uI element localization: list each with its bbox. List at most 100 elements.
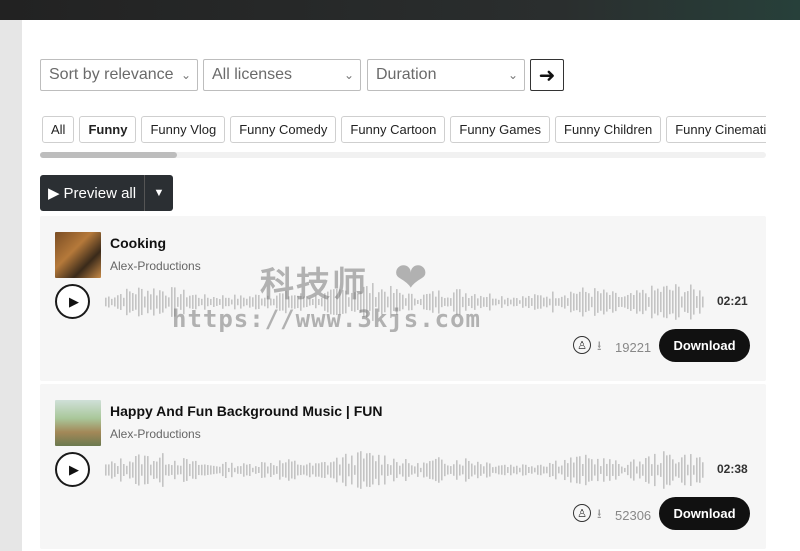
waveform-bar	[585, 291, 587, 313]
waveform-bar	[513, 466, 515, 474]
waveform-bar	[441, 296, 443, 308]
waveform-bar	[564, 295, 566, 309]
waveform-bar	[306, 464, 308, 476]
waveform-bar	[126, 465, 128, 475]
license-info-icon[interactable]: ♙	[573, 504, 591, 522]
waveform-bar	[387, 464, 389, 476]
waveform-bar	[201, 464, 203, 476]
preview-all-button[interactable]: ▶ Preview all	[40, 175, 145, 211]
waveform-bar	[282, 293, 284, 311]
waveform-bar	[492, 298, 494, 306]
waveform-bar	[699, 290, 701, 314]
track-title[interactable]: Happy And Fun Background Music | FUN	[110, 403, 383, 419]
waveform-bar	[444, 298, 446, 306]
waveform-bar	[297, 295, 299, 309]
waveform-bar	[294, 460, 296, 480]
waveform-bar	[600, 293, 602, 311]
waveform-bar	[504, 464, 506, 476]
waveform-bar	[699, 457, 701, 483]
waveform-bar	[339, 289, 341, 315]
waveform-bar	[357, 294, 359, 310]
waveform-bar	[342, 290, 344, 314]
waveform-bar	[540, 295, 542, 309]
waveform-bar	[351, 455, 353, 485]
waveform-bar	[177, 297, 179, 307]
waveform-bar	[366, 286, 368, 318]
waveform-bar	[189, 295, 191, 309]
tag-funny-children[interactable]: Funny Children	[555, 116, 662, 143]
tag-funny-comedy[interactable]: Funny Comedy	[230, 116, 337, 143]
waveform-bar	[423, 294, 425, 310]
waveform-bar	[480, 464, 482, 476]
waveform-bar	[687, 291, 689, 313]
waveform-bar	[519, 467, 521, 473]
track-thumbnail[interactable]	[55, 232, 101, 278]
waveform-bar	[603, 458, 605, 482]
tag-funny-cartoon[interactable]: Funny Cartoon	[341, 116, 446, 143]
waveform-bar	[222, 295, 224, 309]
waveform-bar	[369, 293, 371, 311]
waveform-bar	[504, 299, 506, 305]
play-icon: ▶	[69, 461, 79, 477]
waveform-bar	[438, 290, 440, 314]
waveform-bar	[129, 461, 131, 479]
waveform-bar	[291, 461, 293, 479]
apply-filters-button[interactable]: ➜	[530, 59, 564, 91]
waveform[interactable]	[104, 280, 712, 324]
track-artist[interactable]: Alex-Productions	[110, 427, 201, 441]
waveform-bar	[453, 464, 455, 476]
waveform-bar	[225, 461, 227, 479]
waveform-bar	[429, 461, 431, 479]
waveform-bar	[345, 453, 347, 487]
sort-select[interactable]: Sort by relevance ⌄	[40, 59, 198, 91]
track-thumbnail[interactable]	[55, 400, 101, 446]
duration-select[interactable]: Duration ⌄	[367, 59, 525, 91]
waveform-bar	[309, 298, 311, 306]
tag-all[interactable]: All	[42, 116, 75, 143]
waveform-bar	[246, 464, 248, 476]
waveform-bar	[420, 298, 422, 306]
waveform-bar	[348, 297, 350, 307]
waveform-bar	[372, 455, 374, 485]
waveform-bar	[210, 465, 212, 475]
tag-funny[interactable]: Funny	[79, 116, 137, 143]
waveform-bar	[294, 295, 296, 309]
download-button[interactable]: Download	[659, 329, 750, 362]
waveform-bar	[141, 464, 143, 476]
waveform-bar	[402, 294, 404, 310]
waveform-bar	[585, 454, 587, 486]
waveform-bar	[378, 292, 380, 312]
waveform-bar	[417, 300, 419, 304]
download-button[interactable]: Download	[659, 497, 750, 530]
waveform-bar	[360, 451, 362, 489]
waveform-bar	[216, 466, 218, 474]
waveform-bar	[432, 460, 434, 480]
license-select[interactable]: All licenses ⌄	[203, 59, 361, 91]
play-button[interactable]: ▶	[55, 452, 90, 487]
waveform-bar	[447, 297, 449, 307]
track-artist[interactable]: Alex-Productions	[110, 259, 201, 273]
waveform-bar	[483, 466, 485, 474]
track-title[interactable]: Cooking	[110, 235, 166, 251]
waveform-bar	[198, 464, 200, 476]
waveform[interactable]	[104, 448, 712, 492]
waveform-bar	[630, 461, 632, 479]
waveform-bar	[414, 466, 416, 474]
waveform-bar	[144, 455, 146, 485]
waveform-bar	[291, 295, 293, 309]
waveform-bar	[270, 298, 272, 306]
waveform-bar	[255, 466, 257, 474]
waveform-bar	[276, 466, 278, 474]
play-button[interactable]: ▶	[55, 284, 90, 319]
license-info-icon[interactable]: ♙	[573, 336, 591, 354]
waveform-bar	[189, 463, 191, 477]
waveform-bar	[336, 457, 338, 483]
preview-all-button-group: ▶ Preview all ▼	[40, 175, 173, 211]
tag-funny-cinematic[interactable]: Funny Cinematic	[666, 116, 766, 143]
waveform-bar	[501, 465, 503, 475]
preview-options-dropdown[interactable]: ▼	[145, 187, 173, 199]
tag-funny-games[interactable]: Funny Games	[450, 116, 551, 143]
waveform-bar	[609, 459, 611, 481]
tag-scrollbar-thumb[interactable]	[40, 152, 177, 158]
tag-funny-vlog[interactable]: Funny Vlog	[141, 116, 226, 143]
